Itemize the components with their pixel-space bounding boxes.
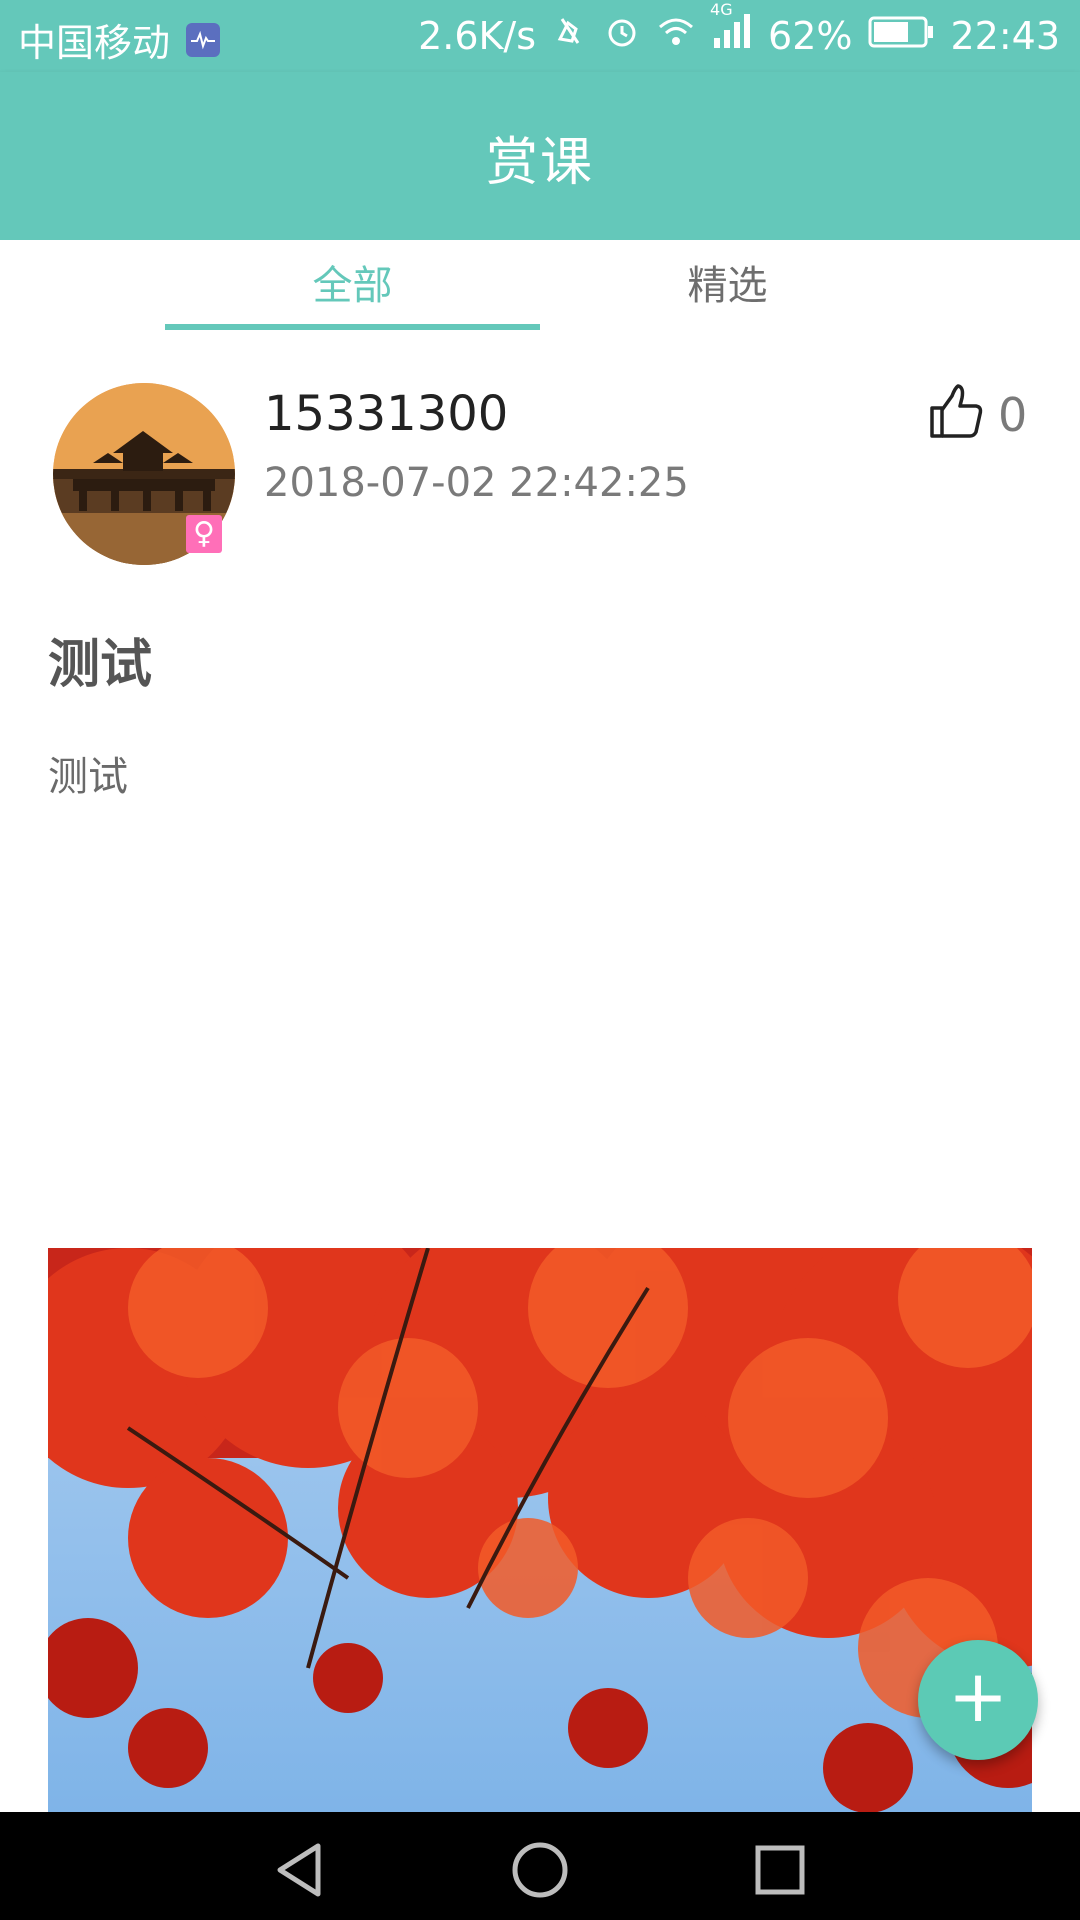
- heart-monitor-icon: [186, 22, 221, 57]
- wifi-icon: [656, 13, 696, 58]
- home-icon[interactable]: [510, 1840, 570, 1900]
- status-left: 中国移动: [18, 12, 221, 67]
- post-image-red-maple[interactable]: [48, 1248, 1032, 1812]
- post-title: 测试: [48, 635, 153, 695]
- system-nav-bar: [0, 1812, 1080, 1920]
- network-type: 4G: [710, 0, 733, 19]
- tab-indicator: [165, 324, 540, 330]
- app-bar: 赏课: [0, 72, 1080, 240]
- recents-icon[interactable]: [750, 1840, 810, 1900]
- female-gender-icon: ♀: [186, 515, 222, 553]
- add-post-button[interactable]: +: [918, 1640, 1038, 1760]
- battery-percent: 62%: [768, 13, 853, 58]
- carrier-name: 中国移动: [18, 21, 171, 65]
- like-count: 0: [998, 388, 1028, 442]
- plus-icon: +: [947, 1654, 1009, 1738]
- signal-icon: 4G: [710, 0, 752, 59]
- tab-all[interactable]: 全部: [165, 240, 540, 332]
- status-right: 2.6K/s 4G 62% 22:43: [418, 0, 1060, 59]
- tab-featured[interactable]: 精选: [540, 240, 915, 332]
- post-body: 测试: [48, 754, 128, 800]
- mute-icon: [552, 13, 588, 58]
- battery-icon: [868, 14, 934, 58]
- status-bar: 中国移动 2.6K/s 4G 62% 22:43: [0, 0, 1080, 72]
- back-icon[interactable]: [270, 1840, 330, 1900]
- alarm-icon: [604, 13, 640, 58]
- tab-bar: 全部 精选: [0, 240, 1080, 332]
- thumbs-up-icon[interactable]: [926, 382, 986, 442]
- page-title: 赏课: [485, 133, 594, 193]
- post-timestamp: 2018-07-02 22:42:25: [264, 460, 689, 506]
- network-speed: 2.6K/s: [418, 13, 537, 58]
- clock: 22:43: [950, 13, 1060, 58]
- username[interactable]: 15331300: [264, 386, 508, 442]
